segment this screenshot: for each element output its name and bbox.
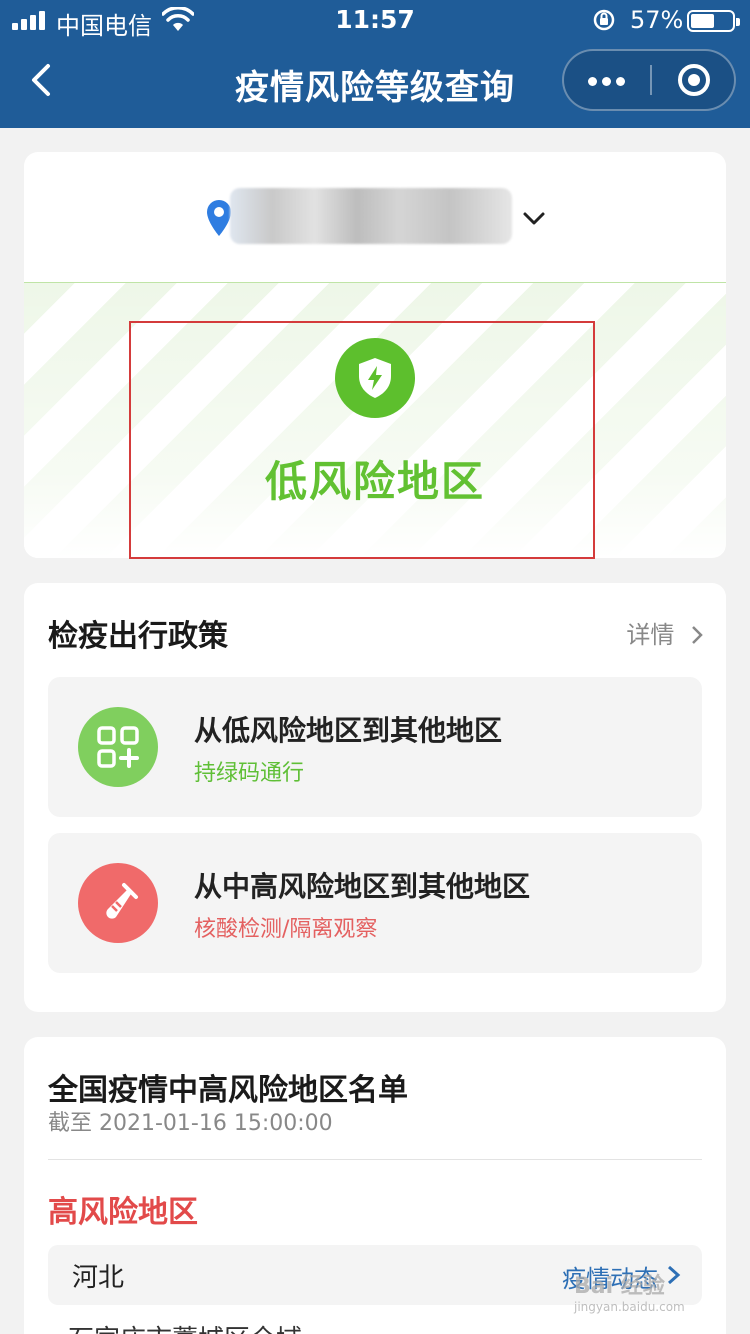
test-tube-icon bbox=[78, 863, 158, 943]
chevron-right-icon bbox=[692, 626, 703, 644]
status-bar: 中国电信 11:57 57% bbox=[0, 0, 750, 40]
location-selector[interactable] bbox=[24, 152, 726, 282]
baidu-watermark: Bai 经验 jingyan.baidu.com bbox=[574, 1274, 685, 1314]
policy-item-title: 从低风险地区到其他地区 bbox=[194, 714, 503, 747]
policy-item-low-risk[interactable]: 从低风险地区到其他地区 持绿码通行 bbox=[48, 677, 702, 817]
location-name bbox=[230, 188, 512, 244]
district-item: 石家庄市藁城区全域 bbox=[48, 1319, 302, 1334]
chevron-down-icon[interactable] bbox=[522, 206, 546, 230]
policy-detail-link[interactable]: 详情 bbox=[626, 615, 704, 650]
battery-icon bbox=[687, 10, 740, 32]
province-name: 河北 bbox=[72, 1263, 125, 1293]
mini-program-capsule bbox=[562, 49, 736, 111]
more-dots-icon[interactable] bbox=[564, 51, 650, 109]
updated-time: 截至 2021-01-16 15:00:00 bbox=[48, 1111, 333, 1136]
high-risk-title: 高风险地区 bbox=[48, 1195, 198, 1230]
detail-label: 详情 bbox=[626, 621, 675, 649]
policy-title: 检疫出行政策 bbox=[48, 619, 228, 654]
highlight-box bbox=[129, 321, 595, 559]
qr-code-icon bbox=[78, 707, 158, 787]
divider bbox=[48, 1159, 702, 1160]
rotation-lock-icon bbox=[593, 9, 615, 31]
header: 中国电信 11:57 57% 疫情风险等级查询 bbox=[0, 0, 750, 128]
policy-card: 检疫出行政策 详情 从低风险地区到其他地区 持绿码通行 从中高风险地区到其他地区… bbox=[24, 583, 726, 1012]
battery-percent: 57% bbox=[630, 6, 684, 34]
close-circle-icon[interactable] bbox=[652, 51, 736, 109]
policy-item-title: 从中高风险地区到其他地区 bbox=[194, 870, 531, 903]
policy-item-subtitle: 核酸检测/隔离观察 bbox=[194, 917, 378, 942]
policy-item-subtitle: 持绿码通行 bbox=[194, 761, 305, 786]
policy-item-high-risk[interactable]: 从中高风险地区到其他地区 核酸检测/隔离观察 bbox=[48, 833, 702, 973]
risk-list-title: 全国疫情中高风险地区名单 bbox=[48, 1073, 408, 1108]
